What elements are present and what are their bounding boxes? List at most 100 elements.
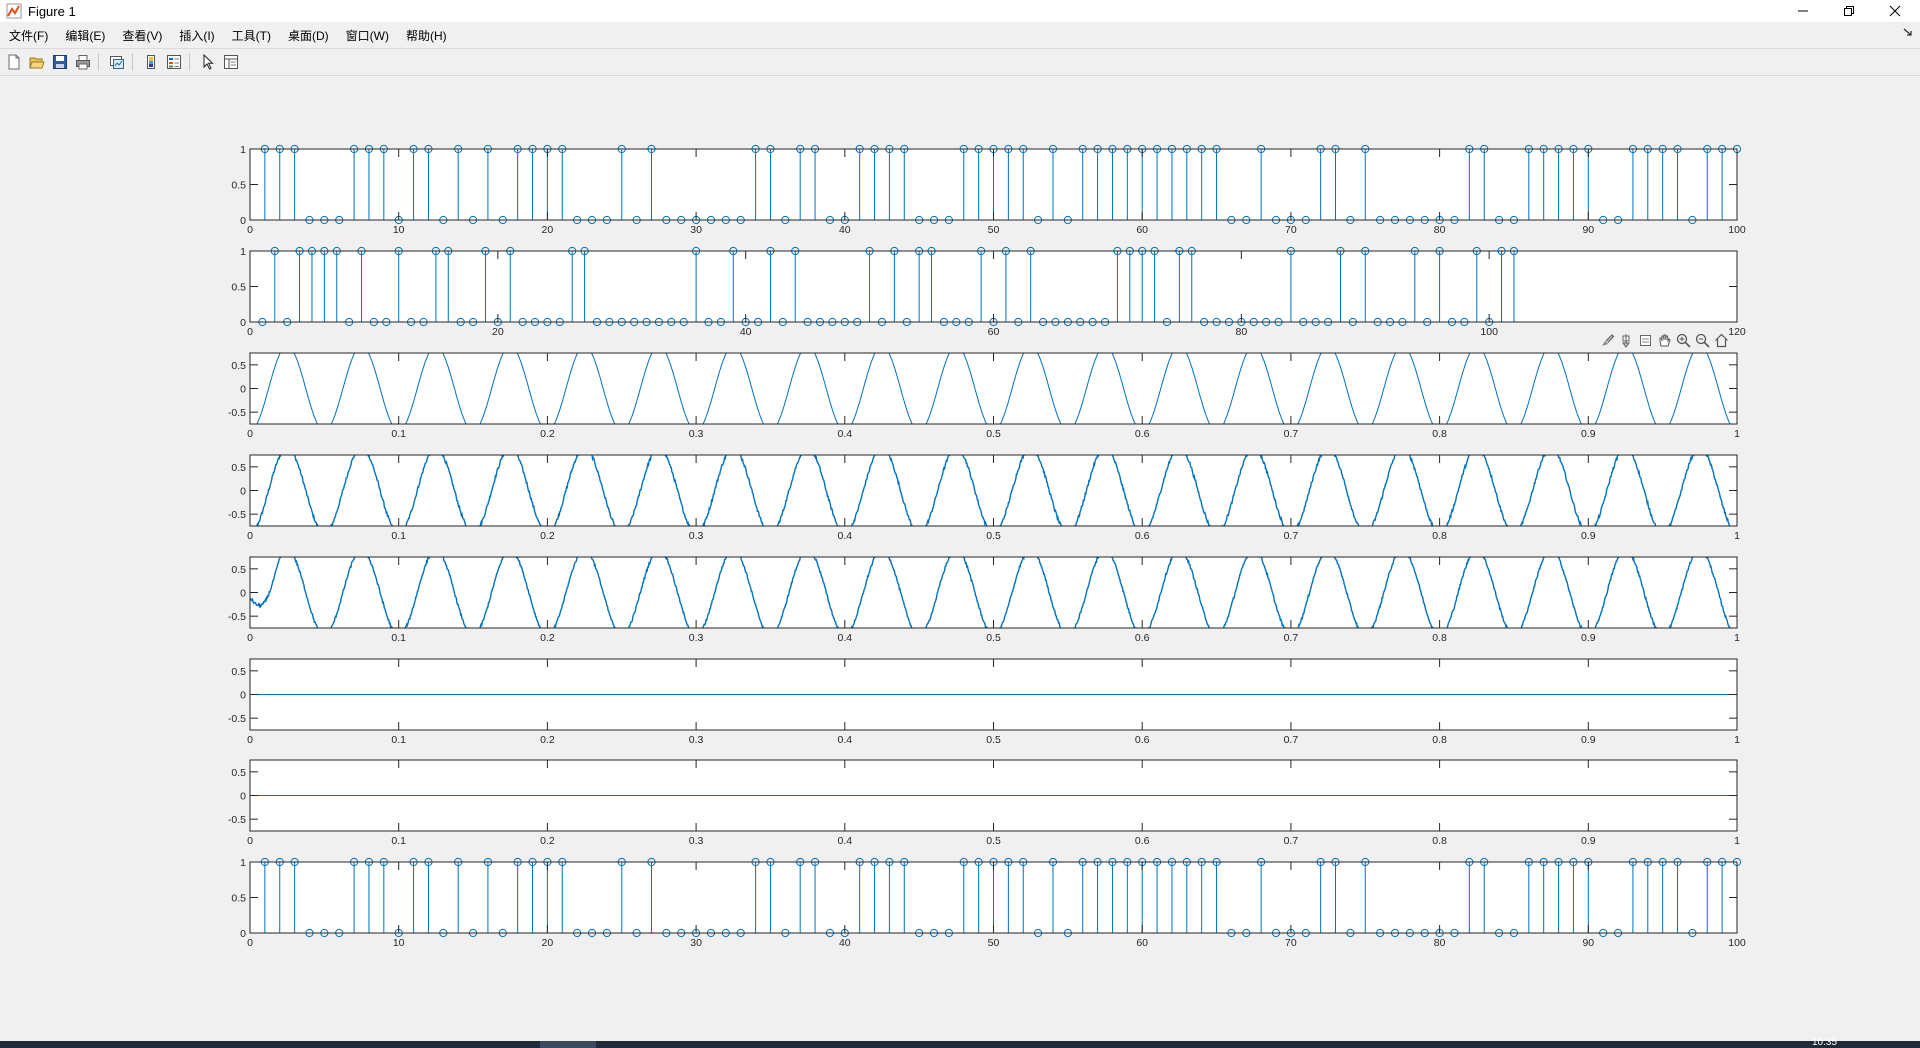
zoom-in-button[interactable]	[1674, 331, 1693, 349]
x-tick-label: 0.4	[837, 734, 852, 746]
matlab-figure-icon	[6, 3, 22, 19]
toolbar-separator	[98, 53, 99, 71]
y-tick-label: 0	[240, 791, 246, 803]
y-tick-label: 1	[240, 857, 246, 869]
x-tick-label: 40	[839, 937, 851, 949]
subplot-6: 0 0.1 0.2 0.3 0.4 0.5 0.6 0.7 0.8 0.9 1-0.500.5	[228, 658, 1740, 746]
data-tips-icon	[1622, 333, 1630, 348]
x-tick-label: 20	[492, 326, 504, 338]
menu-window[interactable]: 窗口(W)	[338, 27, 397, 44]
x-tick-label: 0.6	[1135, 428, 1150, 440]
menu-file[interactable]: 文件(F)	[1, 27, 56, 44]
x-tick-label: 0.8	[1432, 835, 1447, 847]
x-tick-label: 1	[1734, 530, 1740, 542]
menu-insert[interactable]: 插入(I)	[171, 27, 222, 44]
x-tick-label: 0.4	[837, 530, 852, 542]
axes-background	[250, 353, 1737, 424]
x-tick-label: 0.2	[540, 632, 555, 644]
x-tick-label: 0	[247, 224, 253, 236]
edit-plot-button[interactable]	[199, 53, 217, 71]
link-plot-button[interactable]	[108, 53, 126, 71]
x-tick-label: 0.1	[391, 530, 406, 542]
property-inspector-button[interactable]	[222, 53, 240, 71]
x-tick-label: 90	[1582, 937, 1594, 949]
menu-help[interactable]: 帮助(H)	[398, 27, 455, 44]
zoom-out-button[interactable]	[1693, 331, 1712, 349]
x-tick-label: 1	[1734, 428, 1740, 440]
close-button[interactable]	[1872, 0, 1918, 22]
taskbar-active-app[interactable]	[540, 1041, 596, 1048]
x-tick-label: 100	[1480, 326, 1498, 338]
y-tick-label: 0.5	[231, 282, 246, 294]
x-tick-label: 40	[740, 326, 752, 338]
maximize-button[interactable]	[1826, 0, 1872, 22]
x-tick-label: 0.2	[540, 530, 555, 542]
menu-edit[interactable]: 编辑(E)	[57, 27, 113, 44]
x-tick-label: 0.4	[837, 632, 852, 644]
link-plot-icon	[110, 56, 124, 69]
open-file-button[interactable]	[28, 53, 46, 71]
subplot-2: 0 20 40 60 80 100 12000.51	[231, 246, 1746, 338]
x-tick-label: 0.8	[1432, 632, 1447, 644]
y-tick-label: 0	[240, 928, 246, 940]
menu-view[interactable]: 查看(V)	[114, 27, 170, 44]
x-tick-label: 0.9	[1581, 835, 1596, 847]
menu-desktop[interactable]: 桌面(D)	[280, 27, 337, 44]
window-titlebar: Figure 1	[0, 0, 1920, 22]
minimize-icon	[1798, 10, 1808, 12]
taskbar-clock: 10:35	[1812, 1037, 1838, 1048]
x-tick-label: 0.2	[540, 428, 555, 440]
x-tick-label: 0.5	[986, 835, 1001, 847]
restore-view-button[interactable]	[1712, 331, 1731, 349]
print-button[interactable]	[74, 53, 92, 71]
figure-canvas[interactable]: 0 10 20 30 40 50 60 70 80 90 10000.510 20 40 60 80 100 1…	[0, 76, 1920, 1040]
subplot-5: 0 0.1 0.2 0.3 0.4 0.5 0.6 0.7 0.8 0.9 1-0.500.5	[228, 556, 1740, 644]
x-tick-label: 0	[247, 734, 253, 746]
pointer-icon	[203, 54, 214, 70]
y-tick-label: 0.5	[231, 767, 246, 779]
datacursor-button[interactable]	[1636, 331, 1655, 349]
x-tick-label: 0.5	[986, 428, 1001, 440]
y-tick-label: 0.5	[231, 666, 246, 678]
data-tips-button[interactable]	[1617, 331, 1636, 349]
x-tick-label: 20	[542, 224, 554, 236]
x-tick-label: 10	[393, 937, 405, 949]
x-tick-label: 0	[247, 835, 253, 847]
x-tick-label: 60	[1136, 937, 1148, 949]
x-tick-label: 0	[247, 326, 253, 338]
x-tick-label: 0.4	[837, 835, 852, 847]
axes-background	[250, 557, 1737, 628]
toolbar-separator	[132, 53, 133, 71]
x-tick-label: 30	[690, 224, 702, 236]
x-tick-label: 100	[1728, 937, 1746, 949]
figure-toolbar	[0, 48, 1920, 76]
x-tick-label: 50	[988, 224, 1000, 236]
y-tick-label: 0.5	[231, 360, 246, 372]
new-figure-button[interactable]	[5, 53, 23, 71]
y-tick-label: 0	[240, 384, 246, 396]
property-inspector-icon	[224, 55, 238, 69]
x-tick-label: 0.7	[1284, 835, 1299, 847]
toolbar-separator	[189, 53, 190, 71]
insert-legend-button[interactable]	[165, 53, 183, 71]
x-tick-label: 0	[247, 632, 253, 644]
y-tick-label: 0	[240, 690, 246, 702]
x-tick-label: 0.1	[391, 734, 406, 746]
zoom-out-icon	[1695, 333, 1710, 348]
menu-tools[interactable]: 工具(T)	[224, 27, 279, 44]
x-tick-label: 0.7	[1284, 632, 1299, 644]
x-tick-label: 0	[247, 530, 253, 542]
x-tick-label: 0	[247, 428, 253, 440]
x-tick-label: 0.3	[689, 632, 704, 644]
subplot-3: 0 0.1 0.2 0.3 0.4 0.5 0.6 0.7 0.8 0.9 1-0.500.5	[228, 352, 1740, 440]
brush-button[interactable]	[1598, 331, 1617, 349]
pan-button[interactable]	[1655, 331, 1674, 349]
save-button[interactable]	[51, 53, 69, 71]
minimize-button[interactable]	[1780, 0, 1826, 22]
window-title: Figure 1	[28, 3, 76, 19]
x-tick-label: 10	[393, 224, 405, 236]
x-tick-label: 0.3	[689, 835, 704, 847]
x-tick-label: 1	[1734, 734, 1740, 746]
insert-colorbar-button[interactable]	[142, 53, 160, 71]
dock-arrow-icon[interactable]	[1902, 26, 1914, 38]
